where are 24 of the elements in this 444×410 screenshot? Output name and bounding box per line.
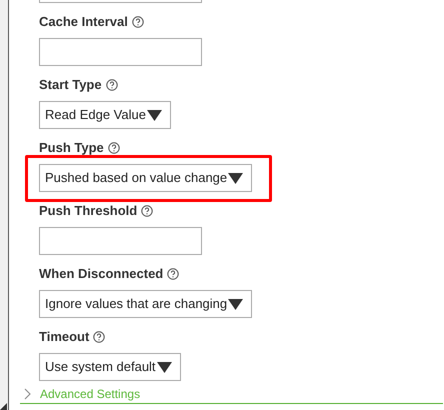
chevron-icon[interactable] (24, 388, 32, 400)
dropdown-arrow-icon (146, 110, 162, 120)
field-label: Timeout (39, 328, 90, 346)
dropdown-arrow-icon (156, 362, 172, 372)
dropdown[interactable]: Read Edge Value (39, 101, 171, 129)
dropdown[interactable]: Use system default (39, 353, 181, 381)
input-field[interactable] (39, 227, 202, 255)
field-label: When Disconnected (39, 265, 164, 284)
resize-grip-icon[interactable] (0, 403, 7, 410)
help-icon[interactable] (141, 205, 154, 217)
dropdown[interactable]: Pushed based on value change (39, 164, 252, 192)
dropdown-arrow-icon (228, 298, 244, 310)
field-label: Push Threshold (39, 202, 138, 220)
help-icon[interactable] (93, 331, 106, 343)
input-field[interactable] (39, 38, 202, 66)
field-label: Push Type (39, 139, 104, 158)
field-label: Cache Interval (39, 13, 128, 32)
help-icon[interactable] (106, 79, 118, 91)
dropdown[interactable]: Ignore values that are changing (39, 290, 252, 318)
help-icon[interactable] (132, 16, 144, 28)
help-icon[interactable] (167, 268, 180, 280)
field-label: Start Type (39, 76, 102, 94)
help-icon[interactable] (108, 142, 120, 154)
dropdown-arrow-icon (228, 172, 244, 184)
